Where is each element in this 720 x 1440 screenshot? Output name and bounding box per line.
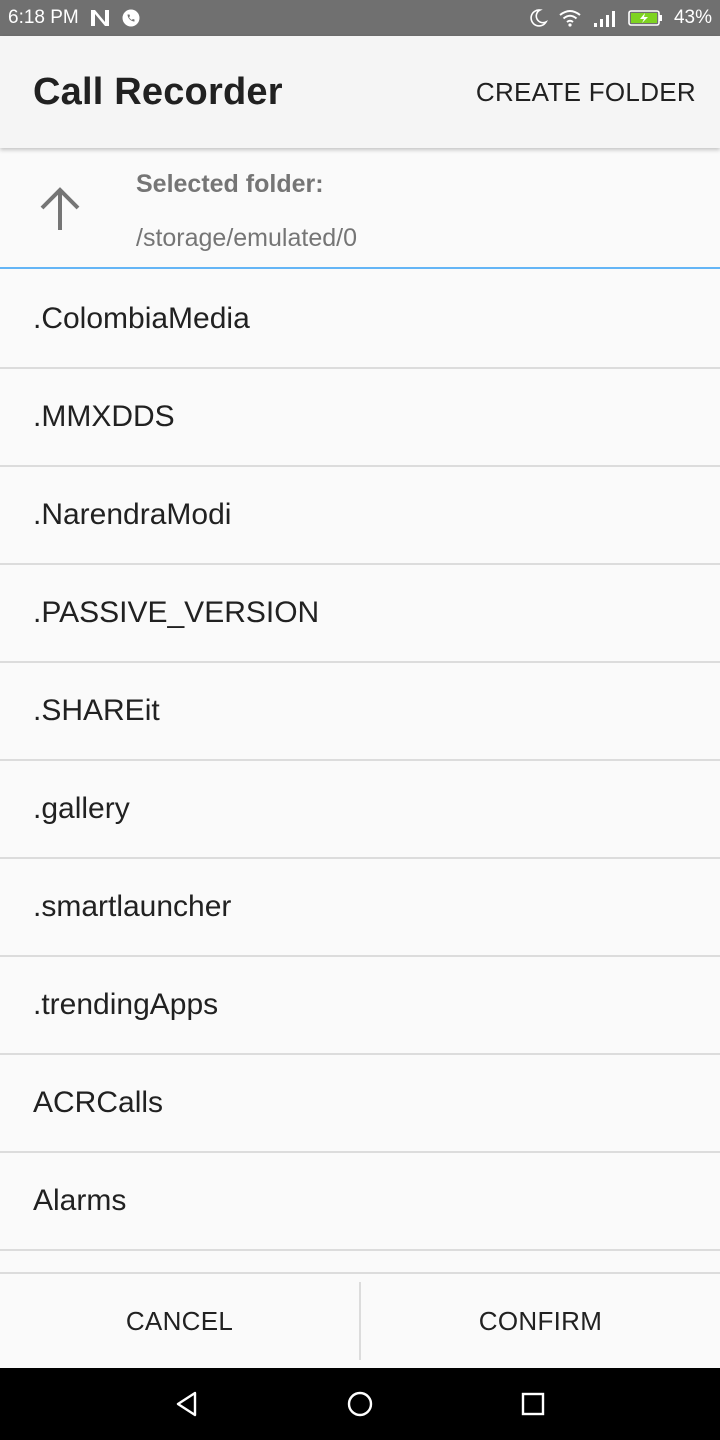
selected-folder-path: /storage/emulated/0 (136, 224, 357, 252)
create-folder-button[interactable]: CREATE FOLDER (476, 77, 696, 108)
recents-icon[interactable] (513, 1384, 553, 1424)
app-bar: Call Recorder CREATE FOLDER (0, 36, 720, 148)
selected-folder-header: Selected folder: /storage/emulated/0 (0, 150, 720, 269)
status-bar: 6:18 PM 43% (0, 0, 720, 36)
status-right: 43% (528, 7, 712, 29)
page-title: Call Recorder (33, 70, 283, 113)
battery-percent: 43% (673, 7, 712, 28)
home-icon[interactable] (340, 1384, 380, 1424)
cancel-button[interactable]: CANCEL (0, 1274, 359, 1368)
folder-item[interactable]: .MMXDDS (0, 369, 720, 467)
dialog-actions: CANCEL CONFIRM (0, 1272, 720, 1368)
back-icon[interactable] (167, 1384, 207, 1424)
arrow-up-icon[interactable] (34, 184, 86, 236)
folder-list[interactable]: .ColombiaMedia .MMXDDS .NarendraModi .PA… (0, 271, 720, 1272)
folder-item[interactable]: .PASSIVE_VERSION (0, 565, 720, 663)
folder-item[interactable]: .NarendraModi (0, 467, 720, 565)
moon-icon (528, 8, 548, 28)
status-left: 6:18 PM (8, 7, 141, 29)
folder-item[interactable] (0, 1251, 720, 1272)
folder-item[interactable]: ACRCalls (0, 1055, 720, 1153)
n-notification-icon (89, 8, 111, 28)
confirm-button[interactable]: CONFIRM (361, 1274, 720, 1368)
folder-item[interactable]: .trendingApps (0, 957, 720, 1055)
navigation-bar (0, 1368, 720, 1440)
folder-item[interactable]: Alarms (0, 1153, 720, 1251)
whatsapp-icon (121, 8, 141, 28)
folder-item[interactable]: .ColombiaMedia (0, 271, 720, 369)
status-time: 6:18 PM (8, 7, 79, 28)
wifi-icon (558, 8, 582, 28)
selected-folder-label: Selected folder: (136, 170, 324, 198)
folder-item[interactable]: .smartlauncher (0, 859, 720, 957)
signal-icon (592, 8, 618, 28)
folder-item[interactable]: .gallery (0, 761, 720, 859)
battery-charging-icon (628, 8, 664, 28)
folder-item[interactable]: .SHAREit (0, 663, 720, 761)
